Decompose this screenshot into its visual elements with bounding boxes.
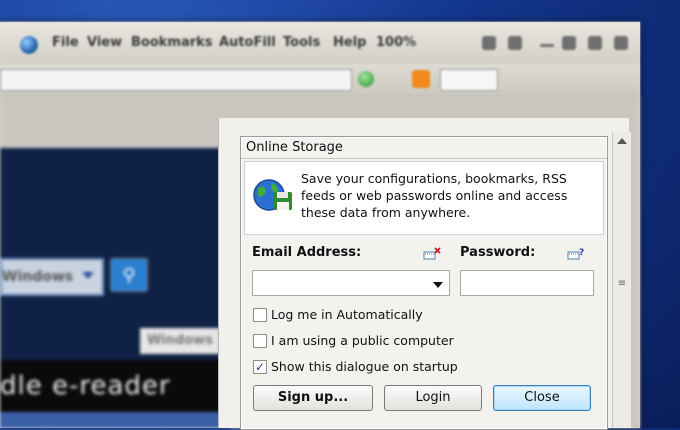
panel-scrollbar[interactable]: ≡ bbox=[612, 132, 631, 428]
site-search-button[interactable]: ⚲ bbox=[110, 258, 148, 292]
auto-login-checkbox[interactable] bbox=[253, 308, 267, 322]
search-input[interactable] bbox=[440, 69, 498, 91]
dialog-title: Online Storage bbox=[241, 137, 607, 159]
svg-text:?: ? bbox=[579, 248, 584, 258]
rss-icon[interactable] bbox=[412, 70, 430, 88]
email-clear-icon[interactable] bbox=[423, 247, 441, 261]
email-field[interactable] bbox=[252, 270, 450, 296]
site-banner: dle e-reader bbox=[0, 360, 230, 412]
email-dropdown-icon[interactable] bbox=[433, 282, 443, 288]
menu-help[interactable]: Help bbox=[333, 35, 366, 50]
close-icon[interactable] bbox=[588, 36, 602, 50]
restore-icon[interactable] bbox=[614, 36, 628, 50]
info-text: Save your configurations, bookmarks, RSS… bbox=[301, 171, 568, 220]
email-label: Email Address: bbox=[252, 245, 362, 260]
public-computer-checkbox[interactable] bbox=[253, 334, 267, 348]
url-input[interactable] bbox=[0, 69, 352, 91]
menu-bookmarks[interactable]: Bookmarks bbox=[131, 35, 213, 50]
menu-bar: File View Bookmarks AutoFill Tools Help … bbox=[0, 22, 640, 64]
window-icon[interactable] bbox=[482, 36, 496, 50]
online-storage-dialog: Online Storage Save your configurations,… bbox=[240, 136, 608, 430]
site-strip bbox=[0, 412, 230, 428]
go-icon[interactable] bbox=[358, 71, 374, 87]
public-computer-label: I am using a public computer bbox=[271, 333, 454, 348]
menu-file[interactable]: File bbox=[52, 35, 79, 50]
signup-button[interactable]: Sign up... bbox=[253, 385, 373, 411]
address-bar bbox=[0, 64, 640, 97]
password-label: Password: bbox=[460, 245, 536, 260]
maximize-icon[interactable] bbox=[562, 36, 576, 50]
scroll-up-icon[interactable] bbox=[617, 138, 627, 144]
scroll-grip-icon[interactable]: ≡ bbox=[616, 279, 628, 292]
tabs-icon[interactable] bbox=[508, 36, 522, 50]
menu-tools[interactable]: Tools bbox=[283, 35, 320, 50]
zoom-level[interactable]: 100% bbox=[376, 35, 416, 50]
website-area: Windows ⚲ Windows dle e-reader bbox=[0, 148, 230, 428]
online-storage-icon bbox=[253, 179, 292, 211]
info-box: Save your configurations, bookmarks, RSS… bbox=[244, 161, 604, 235]
platform-tab[interactable]: Windows bbox=[140, 328, 220, 354]
password-help-icon[interactable]: ? bbox=[567, 247, 585, 261]
show-on-startup-checkbox[interactable]: ✓ bbox=[253, 360, 267, 374]
minimize-icon[interactable] bbox=[540, 44, 554, 47]
close-button[interactable]: Close bbox=[493, 385, 591, 411]
browser-logo-icon bbox=[20, 36, 38, 54]
menu-view[interactable]: View bbox=[87, 35, 122, 50]
menu-autofill[interactable]: AutoFill bbox=[219, 35, 276, 50]
show-on-startup-label: Show this dialogue on startup bbox=[271, 359, 458, 374]
auto-login-label: Log me in Automatically bbox=[271, 307, 423, 322]
login-button[interactable]: Login bbox=[384, 385, 482, 411]
dropdown-arrow-icon bbox=[82, 272, 94, 279]
password-field[interactable] bbox=[460, 270, 594, 296]
